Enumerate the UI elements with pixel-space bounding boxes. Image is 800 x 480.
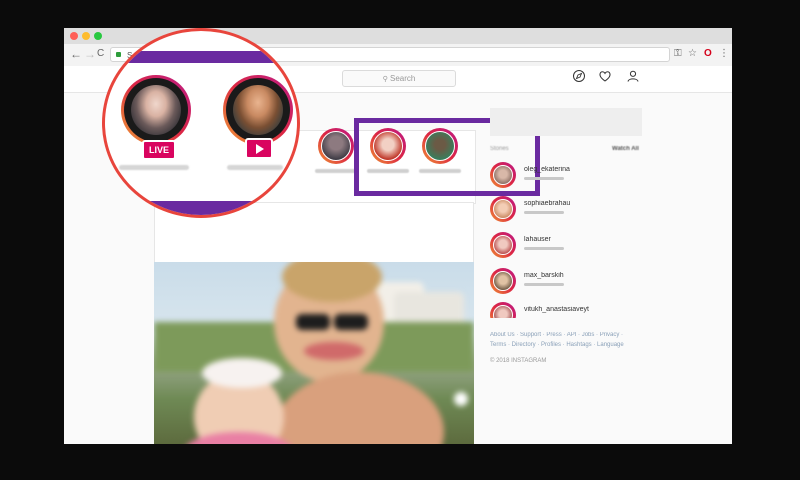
sidebar-story-item[interactable]: lahauser bbox=[490, 232, 650, 262]
story-time bbox=[524, 247, 564, 250]
play-icon bbox=[256, 144, 264, 154]
story-avatar[interactable] bbox=[318, 128, 354, 164]
search-placeholder: Search bbox=[390, 74, 416, 83]
story-time bbox=[524, 283, 564, 286]
kebab-menu-icon[interactable]: ⋮ bbox=[719, 47, 729, 61]
story-username: vitukh_anastasiaveyt bbox=[524, 306, 589, 313]
key-icon[interactable]: ⚿ bbox=[674, 47, 682, 61]
story-ring bbox=[226, 78, 290, 142]
minimize-window-button[interactable] bbox=[82, 32, 90, 40]
story-time bbox=[524, 177, 564, 180]
story-username bbox=[315, 169, 357, 173]
post-photo[interactable] bbox=[154, 262, 474, 444]
sidebar-story-item[interactable]: vitukh_anastasiaveyt bbox=[490, 302, 650, 318]
search-input[interactable]: ⚲ Search bbox=[342, 70, 456, 87]
story-username bbox=[119, 165, 189, 170]
story-username: sophiaebrahau bbox=[524, 200, 571, 207]
watch-all-link[interactable]: Watch All bbox=[612, 146, 639, 152]
back-arrow-icon[interactable]: ← bbox=[70, 47, 82, 61]
profile-card[interactable] bbox=[490, 108, 642, 136]
close-window-button[interactable] bbox=[70, 32, 78, 40]
search-icon: ⚲ bbox=[382, 76, 388, 83]
maximize-window-button[interactable] bbox=[94, 32, 102, 40]
video-story-badge bbox=[245, 138, 273, 159]
zoom-highlight-bar-top bbox=[105, 51, 297, 63]
story-avatar bbox=[490, 196, 516, 222]
compass-icon[interactable] bbox=[572, 69, 586, 83]
footer-links[interactable]: About Us · Support · Press · API · Jobs … bbox=[490, 330, 640, 350]
live-badge: LIVE bbox=[142, 140, 176, 160]
zoom-callout-circle: LIVE bbox=[102, 28, 300, 218]
star-icon[interactable]: ☆ bbox=[688, 47, 697, 61]
story-username: max_barskih bbox=[524, 272, 564, 279]
sidebar-story-item[interactable]: sophiaebrahau bbox=[490, 196, 650, 226]
story-time bbox=[524, 211, 564, 214]
reload-icon[interactable]: C bbox=[97, 47, 104, 61]
profile-icon[interactable] bbox=[626, 69, 640, 83]
video-story-avatar[interactable] bbox=[223, 75, 293, 145]
video-story-photo bbox=[233, 85, 283, 135]
photo-content bbox=[154, 262, 474, 444]
sidebar-story-item[interactable]: max_barskih bbox=[490, 268, 650, 298]
heart-icon[interactable] bbox=[598, 69, 612, 83]
story-avatar bbox=[490, 268, 516, 294]
story-avatar bbox=[490, 302, 516, 318]
story-avatar bbox=[490, 232, 516, 258]
story-avatar bbox=[490, 162, 516, 188]
opera-icon[interactable]: O bbox=[704, 47, 712, 61]
live-story-avatar[interactable] bbox=[121, 75, 191, 145]
story-username bbox=[227, 165, 283, 170]
copyright-text: © 2018 INSTAGRAM bbox=[490, 358, 547, 364]
story-ring bbox=[124, 78, 188, 142]
zoom-highlight-bar-bottom bbox=[105, 201, 297, 215]
stories-heading: Stories bbox=[490, 146, 509, 152]
live-story-photo bbox=[131, 85, 181, 135]
forward-arrow-icon[interactable]: → bbox=[84, 47, 96, 61]
sidebar-story-item[interactable]: oleg_ekaterina bbox=[490, 162, 650, 192]
story-username: oleg_ekaterina bbox=[524, 166, 570, 173]
story-username: lahauser bbox=[524, 236, 551, 243]
